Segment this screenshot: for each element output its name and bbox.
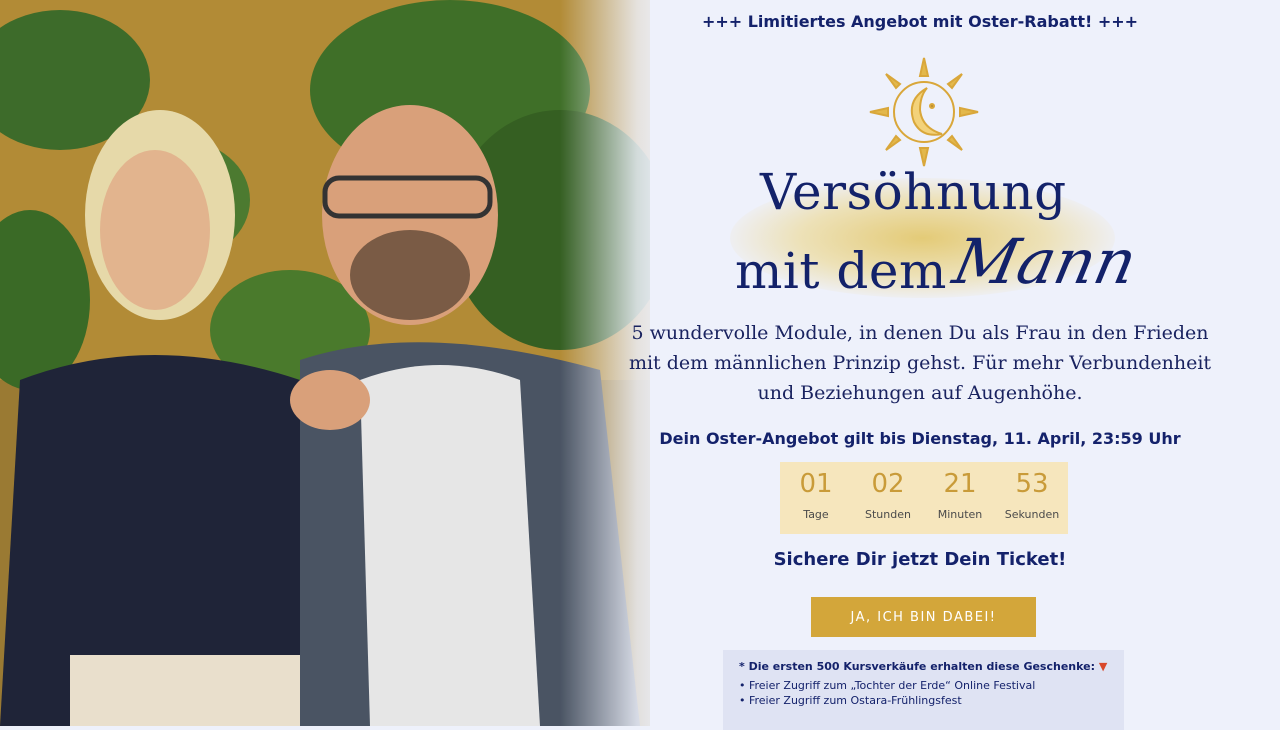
gifts-heading: * Die ersten 500 Kursverkäufe erhalten d…: [739, 660, 1108, 673]
countdown-label: Stunden: [865, 508, 911, 521]
countdown-minutes: 21 Minuten: [925, 462, 995, 521]
course-description: 5 wundervolle Module, in denen Du als Fr…: [620, 318, 1220, 408]
gifts-box: * Die ersten 500 Kursverkäufe erhalten d…: [723, 650, 1124, 730]
hero-photo: [0, 0, 650, 726]
gifts-heading-text: * Die ersten 500 Kursverkäufe erhalten d…: [739, 660, 1096, 673]
description-line-2: mit dem männlichen Prinzip gehst. Für me…: [628, 352, 1212, 374]
cta-heading: Sichere Dir jetzt Dein Ticket!: [773, 549, 1067, 570]
buy-ticket-button[interactable]: JA, ICH BIN DABEI!: [811, 597, 1036, 637]
title-line-2: mit dem: [735, 242, 947, 300]
gift-item: • Freier Zugriff zum Ostara-Frühlingsfes…: [739, 694, 962, 707]
countdown-value: 21: [943, 469, 977, 499]
title-line-1: Versöhnung: [760, 163, 1067, 221]
gift-item: • Freier Zugriff zum „Tochter der Erde“ …: [739, 679, 1036, 692]
description-line-1: 5 wundervolle Module, in denen Du als Fr…: [631, 322, 1209, 344]
couple-illustration: [0, 0, 650, 726]
sun-moon-icon: [869, 57, 979, 167]
countdown-timer: 01 Tage 02 Stunden 21 Minuten 53 Sekunde…: [780, 462, 1068, 534]
countdown-hours: 02 Stunden: [853, 462, 923, 521]
countdown-label: Minuten: [937, 508, 983, 521]
offer-deadline: Dein Oster-Angebot gilt bis Dienstag, 11…: [659, 429, 1181, 448]
description-line-3: und Beziehungen auf Augenhöhe.: [757, 382, 1083, 404]
countdown-label: Sekunden: [1004, 508, 1060, 521]
offer-panel: +++ Limitiertes Angebot mit Oster-Rabatt…: [620, 0, 1220, 730]
title-script-word: Mann: [947, 225, 1144, 298]
gift-icon: ▼: [1098, 660, 1108, 673]
countdown-value: 02: [871, 469, 905, 499]
countdown-days: 01 Tage: [781, 462, 851, 521]
countdown-value: 01: [799, 469, 833, 499]
countdown-value: 53: [1015, 469, 1049, 499]
promo-banner: +++ Limitiertes Angebot mit Oster-Rabatt…: [701, 12, 1139, 31]
countdown-seconds: 53 Sekunden: [997, 462, 1067, 521]
countdown-label: Tage: [803, 508, 829, 521]
